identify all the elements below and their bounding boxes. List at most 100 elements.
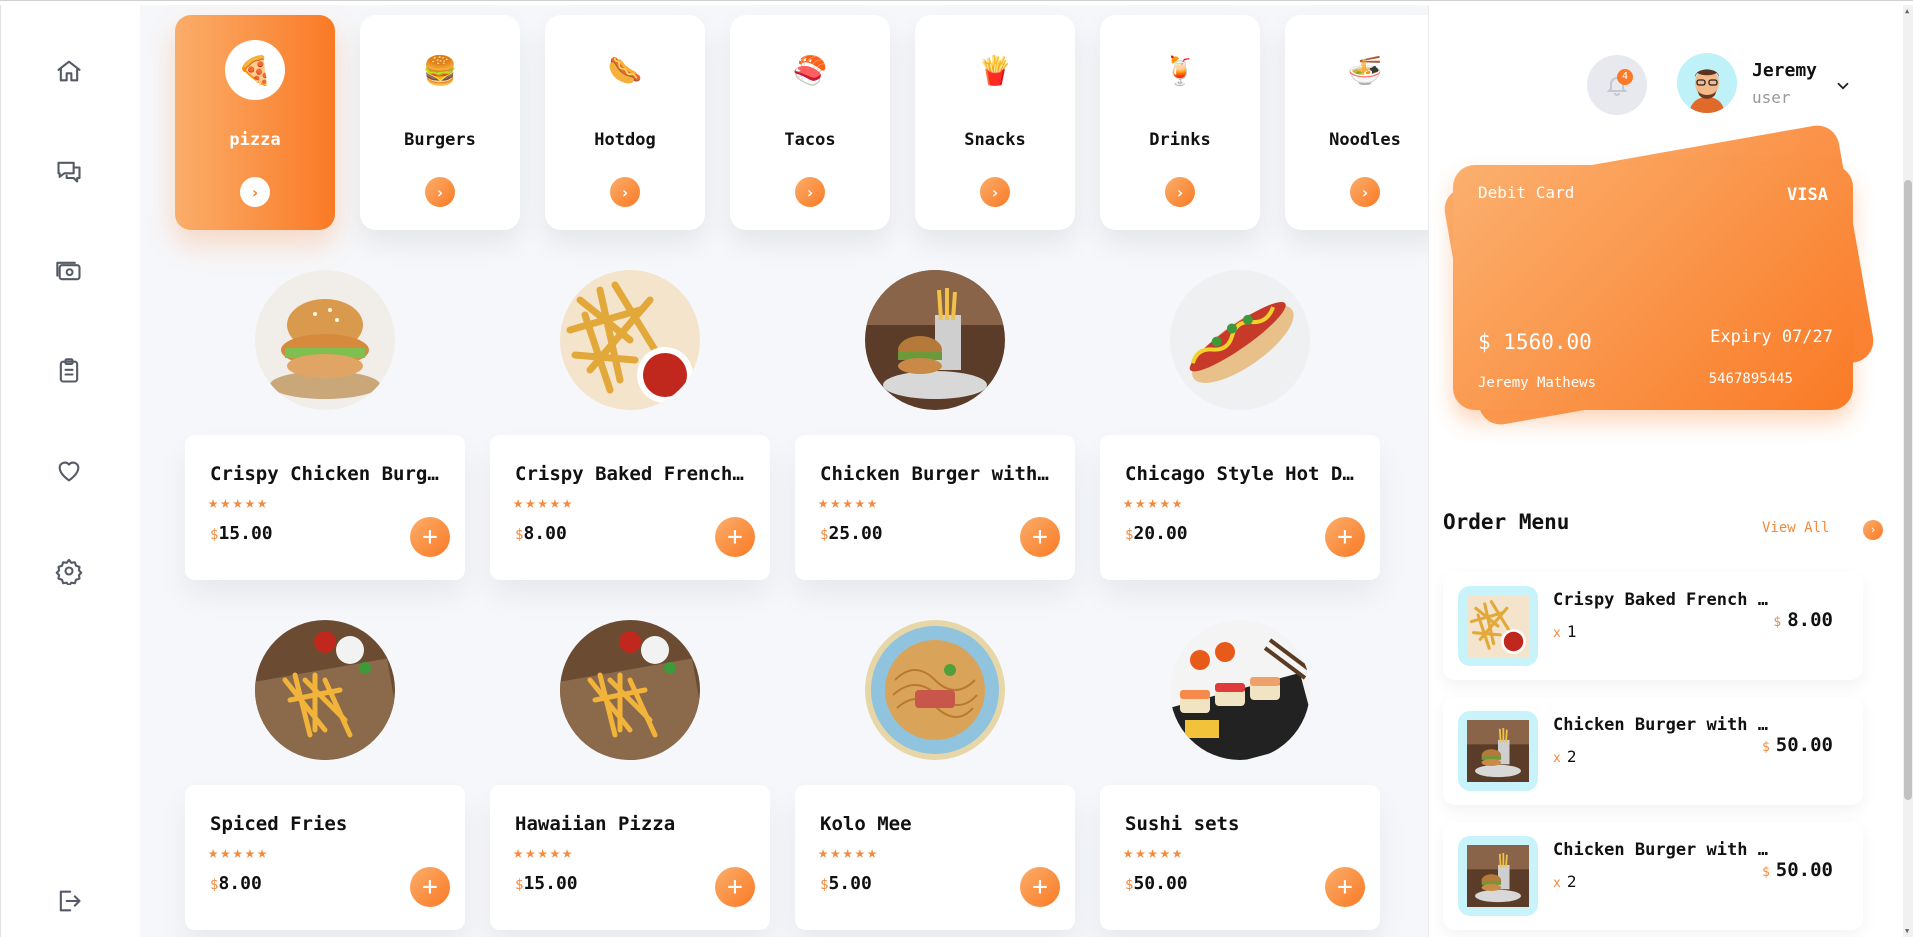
chevron-right-icon[interactable]: › [425,177,455,207]
gear-icon[interactable] [53,555,85,587]
order-item-quantity: x2 [1553,872,1576,891]
product-price: $8.00 [515,523,567,544]
category-icon: 🍔 [422,53,458,87]
price-value: 20.00 [1133,523,1188,544]
card-balance: $ 1560.00 [1478,330,1592,354]
scrollbar-thumb[interactable] [1904,180,1912,800]
notification-button[interactable]: 4 [1587,55,1647,115]
add-to-cart-button[interactable]: + [715,867,755,907]
order-item[interactable]: Crispy Baked French Fries x1 $8.00 [1443,572,1863,680]
product-price: $20.00 [1125,523,1188,544]
card-brand: VISA [1787,185,1828,205]
product-name: Sushi sets [1125,813,1240,835]
product-name: Chicago Style Hot Dog [1125,463,1365,485]
price-value: 50.00 [1133,873,1188,894]
home-icon[interactable] [53,55,85,87]
product-image[interactable] [1170,270,1310,410]
chevron-right-icon[interactable]: › [1165,177,1195,207]
debit-card[interactable]: Debit Card VISA $ 1560.00 Expiry 07/27 J… [1453,165,1853,410]
add-to-cart-button[interactable]: + [1325,517,1365,557]
rating-stars: ★★★★★ [1123,843,1185,863]
quantity-value: 1 [1566,622,1577,641]
add-to-cart-button[interactable]: + [410,867,450,907]
product-price: $5.00 [820,873,872,894]
product-image[interactable] [255,270,395,410]
rating-stars: ★★★★★ [818,843,880,863]
scroll-down-arrow[interactable]: ▼ [1905,927,1909,935]
wallet-icon[interactable] [53,255,85,287]
category-icon: 🍣 [792,53,828,87]
avatar[interactable] [1677,53,1737,113]
add-to-cart-button[interactable]: + [410,517,450,557]
chevron-right-icon[interactable]: › [1350,177,1380,207]
chevron-right-icon[interactable]: › [795,177,825,207]
product-image[interactable] [865,620,1005,760]
product-image[interactable] [1170,620,1310,760]
product-card[interactable]: Chicago Style Hot Dog ★★★★★ $20.00 + [1100,435,1380,580]
order-item-quantity: x1 [1553,622,1576,641]
category-card-noodles[interactable]: 🍜 Noodles › [1285,15,1428,230]
chevron-down-icon[interactable] [1834,77,1852,95]
category-card-burgers[interactable]: 🍔 Burgers › [360,15,520,230]
chat-icon[interactable] [53,155,85,187]
view-all-button[interactable]: › [1863,520,1883,540]
product-image[interactable] [560,270,700,410]
category-icon: 🍕 [225,40,285,100]
chevron-right-icon[interactable]: › [980,177,1010,207]
category-label: Burgers [404,130,476,150]
right-panel: 4 Jeremy user Debit Card VISA $ 1560.00 … [1428,5,1903,937]
chevron-right-icon[interactable]: › [610,177,640,207]
category-icon: 🍹 [1162,53,1198,87]
view-all-link[interactable]: View All [1762,520,1829,536]
order-item-quantity: x2 [1553,747,1576,766]
product-image[interactable] [560,620,700,760]
product-name: Chicken Burger with Home Fries [820,463,1060,485]
order-item-price: $50.00 [1762,859,1833,881]
order-item[interactable]: Chicken Burger with Home Fries x2 $50.00 [1443,822,1863,930]
currency-symbol: $ [1761,740,1770,755]
product-card[interactable]: Crispy Baked French Fries ★★★★★ $8.00 + [490,435,770,580]
chevron-right-icon[interactable]: › [240,177,270,207]
card-expiry: Expiry 07/27 [1710,327,1833,347]
category-card-drinks[interactable]: 🍹 Drinks › [1100,15,1260,230]
clipboard-icon[interactable] [53,355,85,387]
quantity-prefix: x [1553,751,1561,766]
user-name: Jeremy [1752,60,1818,81]
heart-icon[interactable] [53,455,85,487]
product-image[interactable] [865,270,1005,410]
product-name: Kolo Mee [820,813,912,835]
product-card[interactable]: Chicken Burger with Home Fries ★★★★★ $25.0… [795,435,1075,580]
price-value: 50.00 [1775,859,1833,881]
quantity-value: 2 [1566,747,1577,766]
price-value: 50.00 [1775,734,1833,756]
order-item-name: Crispy Baked French Fries [1553,590,1768,610]
scroll-up-arrow[interactable]: ▲ [1905,7,1909,15]
category-card-pizza[interactable]: 🍕 pizza › [175,15,335,230]
price-value: 5.00 [828,873,872,894]
order-item-image [1458,711,1538,791]
order-menu-title: Order Menu [1443,510,1570,534]
add-to-cart-button[interactable]: + [1020,517,1060,557]
scrollbar[interactable]: ▲ ▼ [1903,5,1913,937]
product-card[interactable]: Sushi sets ★★★★★ $50.00 + [1100,785,1380,930]
order-item-price: $50.00 [1762,734,1833,756]
product-card[interactable]: Crispy Chicken Burger ★★★★★ $15.00 + [185,435,465,580]
card-holder: Jeremy Mathews [1478,375,1597,391]
category-label: pizza [229,130,281,150]
add-to-cart-button[interactable]: + [1020,867,1060,907]
product-card[interactable]: Kolo Mee ★★★★★ $5.00 + [795,785,1075,930]
order-item[interactable]: Chicken Burger with Home Fries x2 $50.00 [1443,697,1863,805]
logout-icon[interactable] [53,885,85,917]
product-image[interactable] [255,620,395,760]
category-card-snacks[interactable]: 🍟 Snacks › [915,15,1075,230]
category-icon: 🍟 [977,53,1013,87]
currency-symbol: $ [1761,865,1770,880]
category-card-tacos[interactable]: 🍣 Tacos › [730,15,890,230]
quantity-prefix: x [1553,876,1561,891]
category-card-hotdog[interactable]: 🌭 Hotdog › [545,15,705,230]
add-to-cart-button[interactable]: + [1325,867,1365,907]
product-price: $50.00 [1125,873,1188,894]
product-card[interactable]: Spiced Fries ★★★★★ $8.00 + [185,785,465,930]
add-to-cart-button[interactable]: + [715,517,755,557]
product-card[interactable]: Hawaiian Pizza ★★★★★ $15.00 + [490,785,770,930]
